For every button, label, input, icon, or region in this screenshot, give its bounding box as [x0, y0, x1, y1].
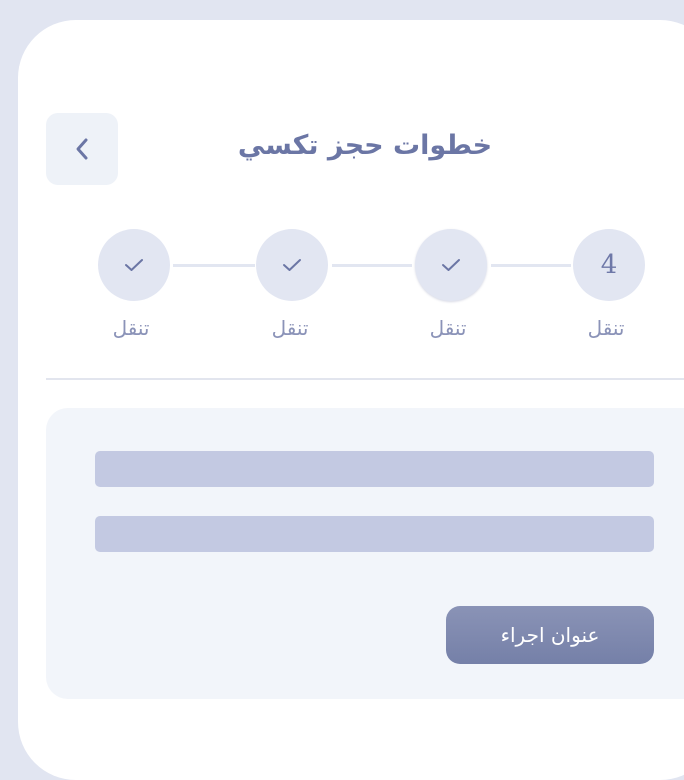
step-connector [491, 264, 571, 267]
step-2[interactable] [256, 229, 328, 301]
action-button[interactable]: عنوان اجراء [446, 606, 654, 664]
text-field-2[interactable] [95, 516, 654, 552]
step-2-label: تنقل [271, 316, 309, 340]
check-icon [442, 259, 460, 271]
check-icon [125, 259, 143, 271]
step-number: 4 [600, 250, 618, 280]
step-connector [332, 264, 412, 267]
step-4-label: تنقل [587, 316, 625, 340]
back-button[interactable] [46, 113, 118, 185]
step-1[interactable] [98, 229, 170, 301]
text-field-1[interactable] [95, 451, 654, 487]
check-icon [283, 259, 301, 271]
step-3[interactable] [415, 229, 487, 301]
chevron-left-icon [76, 138, 88, 160]
divider [46, 378, 684, 380]
step-4[interactable]: 4 [573, 229, 645, 301]
step-connector [173, 264, 255, 267]
page-title: خطوات حجز تكسي [237, 130, 493, 161]
step-3-label: تنقل [429, 316, 467, 340]
step-1-label: تنقل [112, 316, 150, 340]
